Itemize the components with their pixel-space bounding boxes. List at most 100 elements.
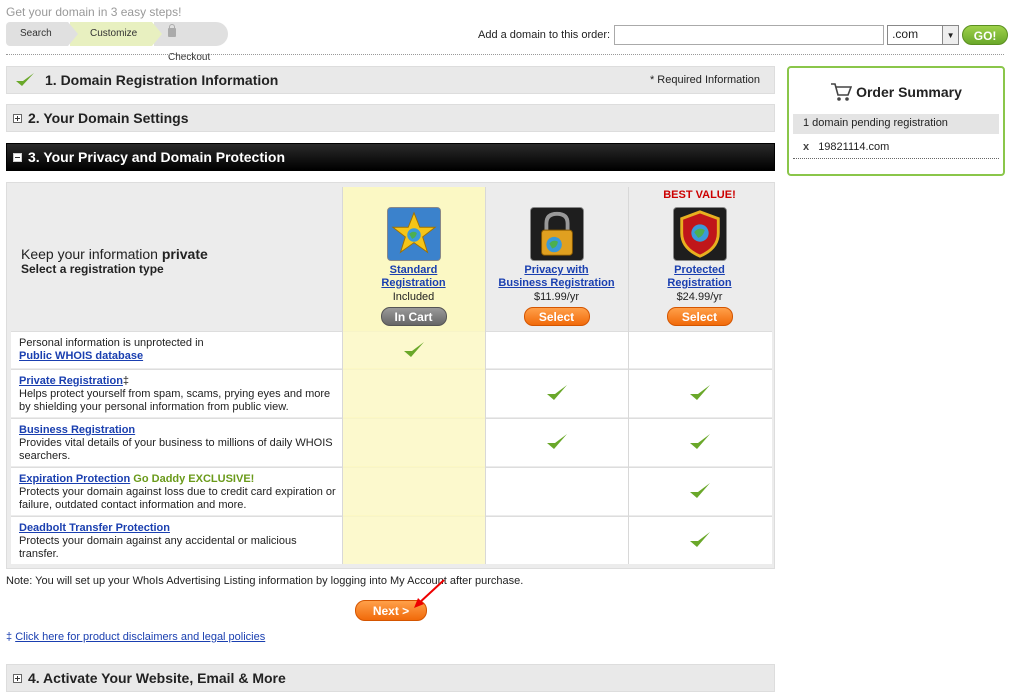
select-protected-button[interactable]: Select	[666, 307, 733, 326]
feature-description: Expiration Protection Go Daddy EXCLUSIVE…	[19, 473, 339, 512]
expiration-protection-link[interactable]: Expiration Protection	[19, 473, 130, 485]
feature-description: Private Registration‡ Helps protect your…	[19, 375, 339, 414]
section-domain-registration[interactable]: 1. Domain Registration Information * Req…	[6, 66, 775, 94]
checkmark-icon	[546, 434, 567, 449]
section-activate-website[interactable]: 4. Activate Your Website, Email & More	[6, 664, 775, 692]
checkmark-icon	[403, 341, 424, 357]
add-domain-form: Add a domain to this order: .com ▼ GO!	[478, 25, 1009, 45]
feature-desc-text: Provides vital details of your business …	[19, 437, 333, 462]
red-arrow-icon	[414, 579, 445, 608]
column-divider	[342, 331, 343, 564]
section-2-title: 2. Your Domain Settings	[28, 110, 189, 126]
feature-desc-text: Protects your domain against any acciden…	[19, 535, 297, 560]
column-divider	[628, 331, 629, 564]
plan-standard-price: Included	[392, 291, 435, 303]
select-privacy-business-button[interactable]: Select	[523, 307, 590, 326]
order-summary-header: Order Summary	[789, 82, 1003, 102]
plan-name-line: Business Registration	[498, 277, 615, 289]
disclaimer-link[interactable]: Click here for product disclaimers and l…	[15, 631, 265, 643]
feature-description: Business Registration Provides vital det…	[19, 424, 339, 463]
best-value-badge: BEST VALUE!	[663, 189, 736, 201]
best-value-badge	[485, 189, 628, 203]
plan-privacy-business-name[interactable]: Privacy with Business Registration	[485, 264, 628, 290]
checkmark-icon	[689, 483, 710, 498]
add-domain-label: Add a domain to this order:	[478, 29, 611, 41]
tagline: Get your domain in 3 easy steps!	[6, 5, 182, 19]
step-customize-label: Customize	[90, 28, 138, 39]
keep-bold: private	[161, 246, 208, 262]
add-domain-input[interactable]	[614, 25, 885, 45]
checkmark-icon	[689, 385, 710, 400]
best-value-badge	[342, 189, 485, 203]
padlock-globe-icon	[529, 207, 584, 261]
feature-row: Expiration Protection Go Daddy EXCLUSIVE…	[11, 467, 772, 515]
footnote-mark: ‡	[6, 631, 16, 643]
feature-desc-text: Protects your domain against loss due to…	[19, 486, 336, 511]
feature-pre-text: Personal information is unprotected in	[19, 337, 204, 349]
step-checkout[interactable]: Checkout	[154, 22, 228, 63]
plan-name-line: Protected	[674, 264, 725, 276]
checkmark-icon	[16, 73, 34, 86]
step-search[interactable]: Search	[6, 22, 78, 46]
divider	[6, 54, 1004, 55]
page: Get your domain in 3 easy steps! Search …	[0, 0, 1010, 699]
select-type-label: Select a registration type	[21, 262, 164, 276]
step-search-label: Search	[20, 28, 52, 39]
section-4-title: 4. Activate Your Website, Email & More	[28, 670, 286, 686]
plan-protected: BEST VALUE! Protected Registration $24.99…	[628, 187, 771, 326]
feature-desc-text: Helps protect yourself from spam, scams,…	[19, 388, 331, 413]
shield-globe-icon	[672, 207, 727, 261]
whois-link[interactable]: Public WHOIS database	[19, 350, 143, 362]
column-divider	[485, 331, 486, 564]
expand-icon	[13, 113, 22, 123]
keep-prefix: Keep your information	[21, 246, 162, 262]
plan-protected-price: $24.99/yr	[676, 291, 723, 303]
tld-select[interactable]: .com ▼	[887, 25, 960, 45]
expand-icon	[13, 673, 22, 683]
feature-description: Deadbolt Transfer Protection Protects yo…	[19, 522, 339, 561]
go-button[interactable]: GO!	[962, 25, 1009, 45]
collapse-icon	[13, 152, 22, 162]
plan-privacy-business: Privacy with Business Registration $11.99…	[485, 187, 628, 326]
business-registration-link[interactable]: Business Registration	[19, 424, 135, 436]
order-summary: Order Summary 1 domain pending registrat…	[787, 66, 1005, 176]
plan-name-line: Standard	[389, 264, 438, 276]
plan-standard-name[interactable]: Standard Registration	[342, 264, 485, 290]
plan-name-line: Registration	[667, 277, 732, 289]
pending-count: 1 domain pending registration	[793, 114, 999, 134]
plan-standard: Standard Registration Included In Cart	[342, 187, 485, 326]
cart-domain-item: x 19821114.com	[793, 138, 999, 159]
shopping-cart-icon	[831, 83, 853, 101]
plan-privacy-business-price: $11.99/yr	[533, 291, 580, 303]
disclaimer: ‡ Click here for product disclaimers and…	[6, 631, 265, 643]
order-summary-title: Order Summary	[856, 84, 962, 100]
section-1-title: 1. Domain Registration Information	[45, 72, 279, 88]
feature-description: Personal information is unprotected in P…	[19, 337, 339, 363]
lock-icon	[168, 24, 176, 37]
cart-domain-name: 19821114.com	[818, 141, 890, 153]
required-info-note: * Required Information	[649, 74, 760, 86]
step-customize[interactable]: Customize	[70, 22, 162, 46]
private-registration-link[interactable]: Private Registration	[19, 375, 123, 387]
in-cart-button[interactable]: In Cart	[380, 307, 447, 326]
checkmark-icon	[689, 434, 710, 449]
privacy-panel: Keep your information private Select a r…	[6, 182, 775, 569]
plan-name-line: Registration	[381, 277, 446, 289]
checkout-steps: Search Customize Checkout	[6, 22, 230, 63]
checkmark-icon	[689, 532, 710, 547]
deadbolt-transfer-link[interactable]: Deadbolt Transfer Protection	[19, 522, 170, 534]
feature-row: Personal information is unprotected in P…	[11, 331, 772, 368]
checkmark-icon	[546, 385, 567, 400]
plan-name-line: Privacy with	[524, 264, 589, 276]
feature-row: Private Registration‡ Helps protect your…	[11, 369, 772, 417]
section-privacy-protection[interactable]: 3. Your Privacy and Domain Protection	[6, 143, 775, 171]
section-domain-settings[interactable]: 2. Your Domain Settings	[6, 104, 775, 132]
remove-item-button[interactable]: x	[803, 141, 809, 153]
keep-private-heading: Keep your information private	[21, 246, 208, 262]
plan-protected-name[interactable]: Protected Registration	[628, 264, 771, 290]
chevron-down-icon: ▼	[942, 26, 959, 44]
feature-row: Deadbolt Transfer Protection Protects yo…	[11, 516, 772, 564]
feature-row: Business Registration Provides vital det…	[11, 418, 772, 466]
tld-selected-value: .com	[892, 27, 919, 41]
footnote-mark: ‡	[122, 375, 130, 387]
